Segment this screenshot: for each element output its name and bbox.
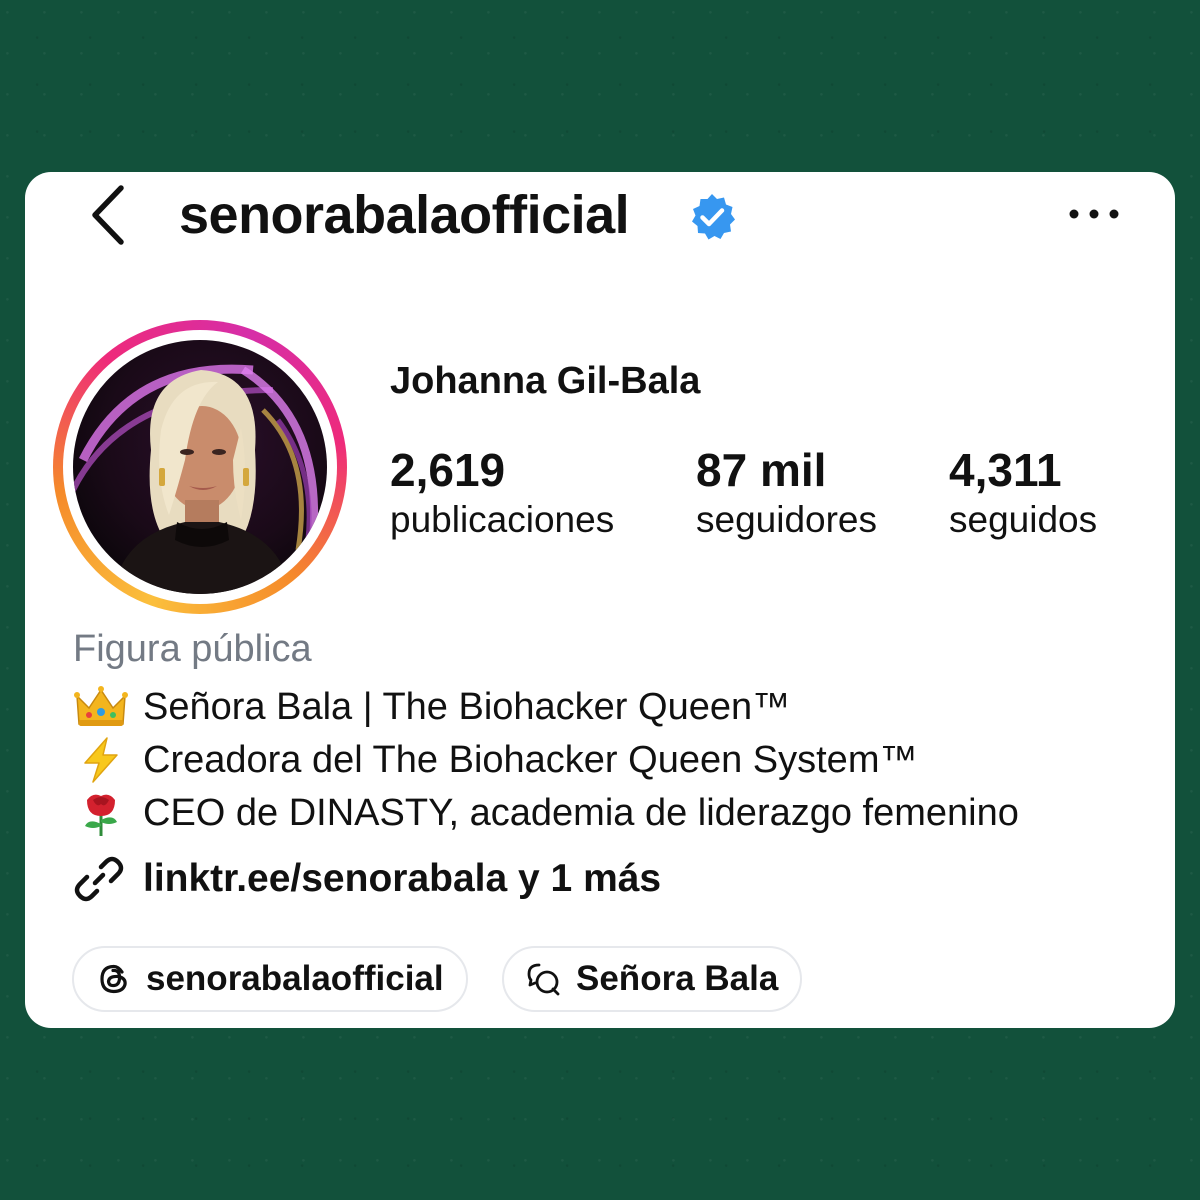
bio-text: Señora Bala | The Biohacker Queen™ — [143, 685, 791, 728]
verified-badge-icon — [692, 194, 735, 240]
more-horizontal-icon — [1069, 209, 1119, 219]
rose-emoji — [85, 794, 117, 836]
bio-text: CEO de DINASTY, academia de liderazgo fe… — [143, 791, 1019, 834]
lightning-emoji — [84, 737, 118, 783]
bio-text: Creadora del The Biohacker Queen System™ — [143, 738, 918, 781]
stat-posts-label: publicaciones — [390, 499, 615, 540]
profile-username: senorabalaofficial — [179, 185, 630, 245]
bio-line: Señora Bala | The Biohacker Queen™ — [73, 682, 790, 732]
community-chat-chip[interactable]: Señora Bala — [502, 946, 803, 1012]
profile-link-text: linktr.ee/senorabala y 1 más — [143, 857, 662, 900]
community-chat-chip-label: Señora Bala — [576, 959, 779, 998]
stat-following-value: 4,311 — [949, 444, 1062, 496]
threads-chip-label: senorabalaofficial — [146, 959, 444, 998]
bio-line: CEO de DINASTY, academia de liderazgo fe… — [73, 788, 1019, 838]
threads-icon — [100, 964, 127, 994]
bio-line: Creadora del The Biohacker Queen System™ — [73, 735, 917, 785]
stat-posts[interactable]: 2,619 publicaciones — [390, 442, 614, 542]
profile-link[interactable]: linktr.ee/senorabala y 1 más — [73, 852, 661, 906]
avatar-ring-gap — [63, 330, 337, 604]
threads-chip[interactable]: senorabalaofficial — [72, 946, 468, 1012]
profile-display-name: Johanna Gil-Bala — [390, 360, 701, 402]
stat-followers[interactable]: 87 mil seguidores — [696, 442, 877, 542]
chevron-left-icon — [92, 185, 124, 245]
crown-emoji — [74, 686, 128, 726]
messenger-chat-icon — [527, 963, 560, 996]
profile-avatar[interactable] — [53, 320, 347, 614]
stat-posts-value: 2,619 — [390, 444, 506, 496]
link-icon — [74, 856, 124, 902]
stat-following[interactable]: 4,311 seguidos — [949, 442, 1097, 542]
back-button[interactable] — [87, 184, 131, 246]
more-options-button[interactable] — [1065, 194, 1123, 234]
stat-followers-label: seguidores — [696, 499, 878, 540]
profile-card: senorabalaofficial Johanna Gil-Bala 2,61… — [25, 172, 1175, 1028]
stat-followers-value: 87 mil — [696, 444, 827, 496]
avatar-photo — [73, 340, 327, 594]
stat-following-label: seguidos — [949, 499, 1098, 540]
profile-category: Figura pública — [73, 628, 312, 670]
